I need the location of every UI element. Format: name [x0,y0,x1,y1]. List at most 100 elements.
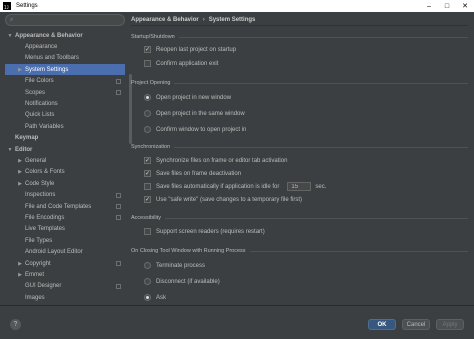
sidebar-item-label: Menus and Toolbars [25,55,79,62]
search-box[interactable]: ⌕ [5,14,125,26]
reopen-last-project-option[interactable]: ✓ Reopen last project on startup [144,45,236,54]
section-closing-tool-window-title: On Closing Tool Window with Running Proc… [131,248,468,254]
screen-readers-checkbox[interactable] [144,228,151,235]
window-title: Settings [16,3,38,9]
sidebar-item-label: Copyright [25,260,51,267]
sidebar-item[interactable]: Quick Lists [5,110,125,121]
sidebar-item-label: Path Variables [25,123,64,130]
radio-label: Confirm window to open project in [156,126,247,133]
radio-button[interactable] [144,262,151,269]
chevron-down-icon[interactable]: ▼ [7,33,13,39]
cancel-button[interactable]: Cancel [402,319,430,330]
sidebar-item[interactable]: Live Templates [5,224,125,235]
sidebar-item[interactable]: ▶ Emmet [5,269,125,280]
sidebar-item[interactable]: ▶ Colors & Fonts [5,167,125,178]
chevron-down-icon[interactable]: ▼ [7,147,13,153]
project-scope-icon [116,215,121,221]
safe-write-option[interactable]: ✓ Use "safe write" (save changes to a te… [144,195,302,204]
sidebar-item-label: Inspections [25,192,56,199]
sidebar-item-label: Appearance & Behavior [15,32,83,39]
sidebar-item-label: GUI Designer [25,283,62,290]
settings-main-panel: Appearance & Behavior › System Settings … [131,14,468,304]
sidebar-item[interactable]: ▼ Editor [5,144,125,155]
ask-option[interactable]: Ask [144,293,166,302]
sidebar-item[interactable]: File Encodings [5,212,125,223]
radio-button[interactable] [144,294,151,301]
radio-button[interactable] [144,94,151,101]
radio-button[interactable] [144,278,151,285]
sidebar-item-label: Android Layout Editor [25,249,83,256]
section-synchronization-title: Synchronization [131,144,468,150]
radio-button[interactable] [144,110,151,117]
confirm-window-option[interactable]: Confirm window to open project in [144,125,246,134]
radio-label: Terminate process [156,262,206,269]
sidebar-item[interactable]: Notifications [5,98,125,109]
idle-seconds-input[interactable] [287,182,312,191]
sync-label: Synchronize files on frame or editor tab… [156,157,288,164]
sidebar-item[interactable]: Android Layout Editor [5,247,125,258]
confirm-exit-checkbox[interactable] [144,60,151,67]
chevron-right-icon[interactable]: ▶ [17,67,23,73]
sidebar-item[interactable]: Images [5,292,125,303]
window-titlebar: IJ Settings – □ ✕ [0,0,474,12]
sync-checkbox[interactable]: ✓ [144,157,151,164]
breadcrumb-current: System Settings [208,16,256,23]
settings-sidebar: ⌕ ▼ Appearance & Behavior Appearance Menus … [5,14,132,312]
chevron-right-icon[interactable]: ▶ [17,181,23,187]
sidebar-item[interactable]: GUI Designer [5,281,125,292]
sidebar-item[interactable]: File Types [5,235,125,246]
apply-button[interactable]: Apply [436,319,464,330]
save-on-deactivation-option[interactable]: ✓ Save files on frame deactivation [144,169,241,178]
sidebar-item[interactable]: ▶ General [5,155,125,166]
screen-readers-option[interactable]: Support screen readers (requires restart… [144,227,265,236]
chevron-right-icon[interactable]: ▶ [17,261,23,267]
sidebar-item[interactable]: File Colors [5,76,125,87]
maximize-button[interactable]: □ [438,0,456,12]
sidebar-item[interactable]: Menus and Toolbars [5,53,125,64]
sync-files-option[interactable]: ✓ Synchronize files on frame or editor t… [144,156,287,165]
sidebar-item[interactable]: ▶ System Settings [5,64,125,76]
safe-write-checkbox[interactable]: ✓ [144,196,151,203]
radio-label: Disconnect (if available) [156,278,220,285]
chevron-right-icon[interactable]: ▶ [17,158,23,164]
sidebar-item[interactable]: Appearance [5,41,125,52]
save-idle-label: Save files automatically if application … [156,183,280,190]
sidebar-item[interactable]: Scopes [5,87,125,98]
ok-button[interactable]: OK [368,319,396,330]
open-same-window-option[interactable]: Open project in the same window [144,109,245,118]
search-input[interactable] [18,17,118,23]
project-scope-icon [116,90,121,95]
radio-button[interactable] [144,126,151,133]
idle-unit-label: sec. [315,183,327,190]
minimize-button[interactable]: – [420,0,438,12]
sidebar-item[interactable]: ▶ Copyright [5,258,125,269]
chevron-right-icon[interactable]: ▶ [17,169,23,175]
confirm-exit-option[interactable]: Confirm application exit [144,59,218,68]
project-scope-icon [116,204,121,209]
save-when-idle-option[interactable]: Save files automatically if application … [144,182,326,191]
sidebar-item[interactable]: ▼ Appearance & Behavior [5,30,125,41]
project-scope-icon [116,78,121,84]
save-deactivation-checkbox[interactable]: ✓ [144,170,151,177]
project-scope-icon [116,283,121,289]
sidebar-item[interactable]: Keymap [5,133,125,144]
close-button[interactable]: ✕ [456,0,474,12]
sidebar-item[interactable]: Path Variables [5,121,125,132]
reopen-checkbox[interactable]: ✓ [144,46,151,53]
screen-readers-label: Support screen readers (requires restart… [156,228,265,235]
sidebar-item[interactable]: File and Code Templates [5,201,125,212]
sidebar-item-label: Colors & Fonts [25,169,65,176]
section-startup-title: Startup/Shutdown [131,34,468,40]
reopen-label: Reopen last project on startup [156,46,237,53]
sidebar-item[interactable]: ▶ Code Style [5,178,125,189]
sidebar-item-label: Code Style [25,180,55,187]
save-idle-checkbox[interactable] [144,183,151,190]
help-button[interactable]: ? [10,319,21,330]
radio-label: Ask [156,294,167,301]
safe-write-label: Use "safe write" (save changes to a temp… [156,196,302,203]
terminate-process-option[interactable]: Terminate process [144,261,205,270]
sidebar-item[interactable]: Inspections [5,190,125,201]
disconnect-option[interactable]: Disconnect (if available) [144,277,220,286]
chevron-right-icon[interactable]: ▶ [17,272,23,278]
open-new-window-option[interactable]: Open project in new window [144,93,231,102]
